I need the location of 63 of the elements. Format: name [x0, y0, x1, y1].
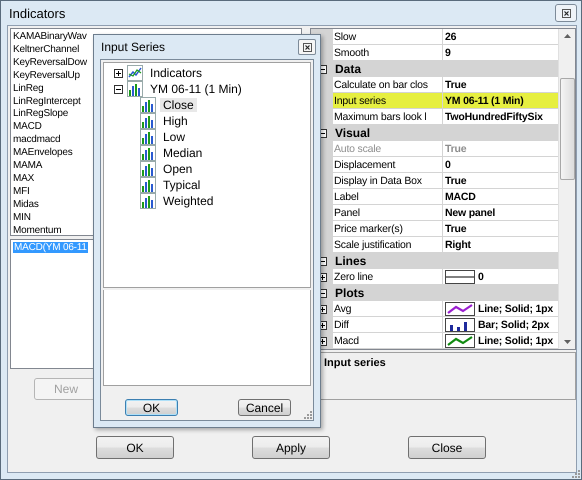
property-name: Diff: [333, 317, 443, 333]
property-name: Panel: [333, 205, 443, 221]
expand-icon[interactable]: [114, 68, 123, 78]
dialog-title: Input Series: [101, 40, 166, 54]
bar-chart-icon: [140, 113, 156, 129]
property-value[interactable]: 0: [445, 156, 451, 172]
category-header: Data: [334, 61, 362, 77]
category-header: Plots: [334, 285, 364, 301]
close-icon: [302, 42, 312, 52]
property-value[interactable]: True: [445, 172, 466, 188]
scrollbar[interactable]: [558, 29, 575, 349]
property-value[interactable]: 0: [478, 268, 484, 284]
bar-chart-icon: [140, 129, 156, 145]
tree-item[interactable]: Weighted: [160, 194, 216, 208]
category-header: Visual: [334, 125, 370, 141]
property-name: Label: [333, 189, 443, 205]
description-title: Input series: [324, 357, 386, 369]
property-value[interactable]: 9: [445, 44, 451, 60]
bar-chart-icon: [140, 193, 156, 209]
collapse-icon[interactable]: [114, 84, 123, 94]
property-name: Scale justification: [333, 237, 443, 253]
property-name: Maximum bars look l: [333, 109, 443, 125]
tree-item[interactable]: YM 06-11 (1 Min): [147, 82, 245, 96]
property-name: Macd: [333, 333, 443, 349]
dialog-button[interactable]: Close: [408, 436, 486, 459]
property-name: Zero line: [333, 269, 443, 285]
property-name: Calculate on bar clos: [333, 77, 443, 93]
dialog-button[interactable]: Cancel: [238, 399, 291, 416]
tree-item[interactable]: High: [160, 114, 191, 128]
close-button[interactable]: [555, 4, 577, 22]
resize-grip-icon[interactable]: [304, 411, 312, 419]
property-value[interactable]: True: [445, 220, 466, 236]
property-name: Slow: [333, 29, 443, 45]
category-header: Lines: [334, 253, 366, 269]
property-name: Display in Data Box: [333, 173, 443, 189]
line-chart-icon: [127, 65, 143, 81]
property-name: Price marker(s): [333, 221, 443, 237]
property-value[interactable]: True: [445, 76, 466, 92]
property-name: Input series: [333, 93, 443, 109]
bar-chart-icon: [140, 97, 156, 113]
dialog-button[interactable]: OK: [125, 399, 178, 416]
close-icon: [562, 8, 570, 18]
property-name: Auto scale: [333, 141, 443, 157]
bar-chart-icon: [127, 81, 143, 97]
dialog-button[interactable]: Apply: [252, 436, 330, 459]
bar-chart-icon: [140, 145, 156, 161]
tree-item[interactable]: Median: [160, 146, 206, 160]
property-name: Avg: [333, 301, 443, 317]
resize-grip-icon[interactable]: [572, 470, 580, 478]
property-value[interactable]: 26: [445, 28, 456, 44]
bar-chart-icon: [140, 177, 156, 193]
window-title: Indicators: [9, 6, 66, 20]
close-button[interactable]: [298, 39, 316, 55]
dialog-button[interactable]: OK: [96, 436, 174, 459]
scroll-thumb[interactable]: [560, 78, 574, 180]
property-name: Displacement: [333, 157, 443, 173]
tree-item[interactable]: Close: [160, 98, 197, 112]
tree-item[interactable]: Open: [160, 162, 196, 176]
bar-chart-icon: [140, 161, 156, 177]
tree-item[interactable]: Typical: [160, 178, 204, 192]
property-name: Smooth: [333, 45, 443, 61]
tree-item[interactable]: Indicators: [147, 66, 206, 80]
tree-item[interactable]: Low: [160, 130, 188, 144]
